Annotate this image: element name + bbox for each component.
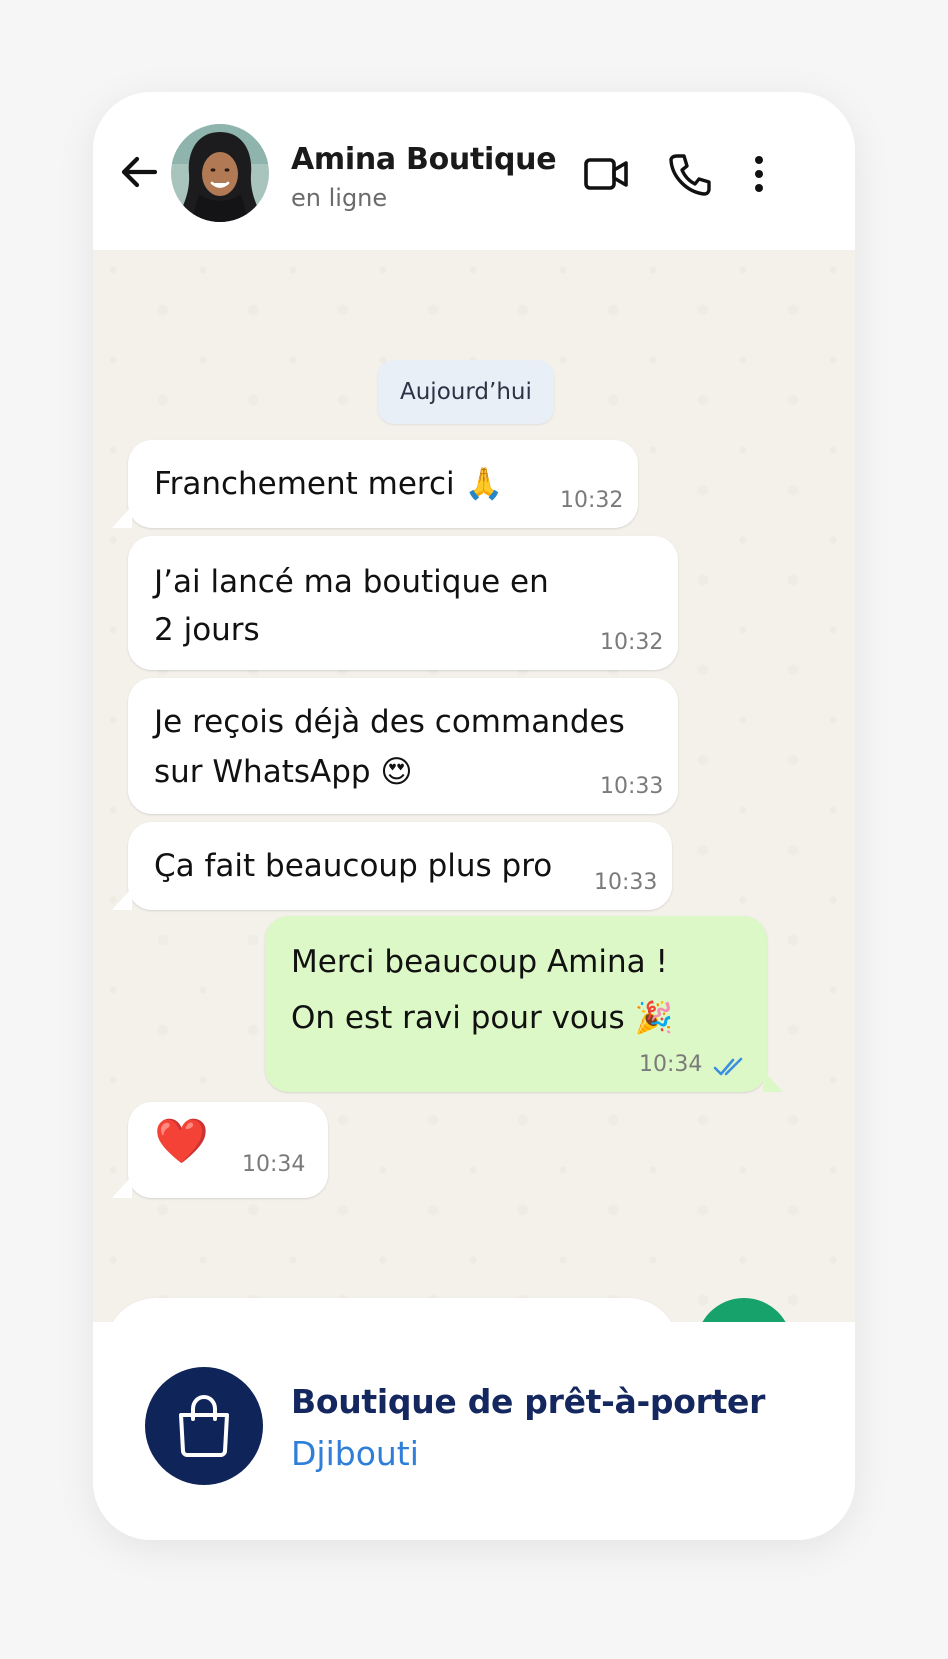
message-text: Franchement merci 🙏 [154, 466, 504, 502]
message-text: ❤️ [154, 1116, 209, 1167]
chat-header: Amina Boutique en ligne [93, 92, 855, 250]
date-separator: Aujourd’hui [378, 360, 554, 424]
message-time: 10:33 [594, 870, 658, 895]
shopping-bag-icon [179, 1394, 229, 1457]
business-title: Boutique de prêt-à-porter [291, 1382, 766, 1421]
message-time: 10:34 [242, 1152, 306, 1177]
more-vertical-icon[interactable] [739, 152, 779, 196]
message-bubble-incoming[interactable]: Franchement merci 🙏 10:32 [112, 440, 638, 528]
business-location: Djibouti [291, 1434, 419, 1473]
message-time: 10:34 [639, 1052, 703, 1077]
message-text: sur WhatsApp 😍 [154, 754, 413, 790]
bubble-tail [112, 1176, 132, 1198]
message-text: 2 jours [154, 612, 260, 648]
bubble-tail [112, 888, 132, 910]
back-arrow-icon[interactable] [117, 150, 161, 194]
avatar[interactable] [171, 124, 269, 222]
bubble-tail [112, 506, 132, 528]
message-text: Ça fait beaucoup plus pro [154, 848, 553, 884]
message-bubble-incoming[interactable]: J’ai lancé ma boutique en 2 jours 10:32 [128, 536, 678, 670]
message-time: 10:32 [560, 488, 624, 513]
message-bubble-incoming[interactable]: Je reçois déjà des commandes sur WhatsAp… [128, 678, 678, 814]
avatar-photo-icon [171, 124, 269, 222]
phone-icon[interactable] [667, 152, 713, 196]
business-info-footer: Boutique de prêt-à-porter Djibouti [93, 1322, 855, 1540]
message-bubble-incoming[interactable]: ❤️ 10:34 [112, 1102, 328, 1198]
shopping-bag-badge [145, 1367, 263, 1485]
message-text: On est ravi pour vous 🎉 [291, 1000, 674, 1036]
chat-area[interactable]: Aujourd’hui Franchement merci 🙏 10:32 J’… [93, 250, 855, 1400]
message-time: 10:33 [600, 774, 664, 799]
contact-name[interactable]: Amina Boutique [291, 142, 557, 177]
phone-card: Amina Boutique en ligne Aujourd’hui Fran… [93, 92, 855, 1540]
message-text: Merci beaucoup Amina ! [291, 944, 668, 980]
contact-status: en ligne [291, 184, 388, 212]
message-text: Je reçois déjà des commandes [154, 704, 625, 740]
message-bubble-outgoing[interactable]: Merci beaucoup Amina ! On est ravi pour … [265, 916, 783, 1092]
message-time: 10:32 [600, 630, 664, 655]
bubble-tail [763, 1070, 783, 1092]
read-receipt-icon [713, 1057, 743, 1076]
video-call-icon[interactable] [583, 152, 629, 196]
message-bubble-incoming[interactable]: Ça fait beaucoup plus pro 10:33 [112, 822, 672, 910]
message-text: J’ai lancé ma boutique en [154, 564, 549, 600]
